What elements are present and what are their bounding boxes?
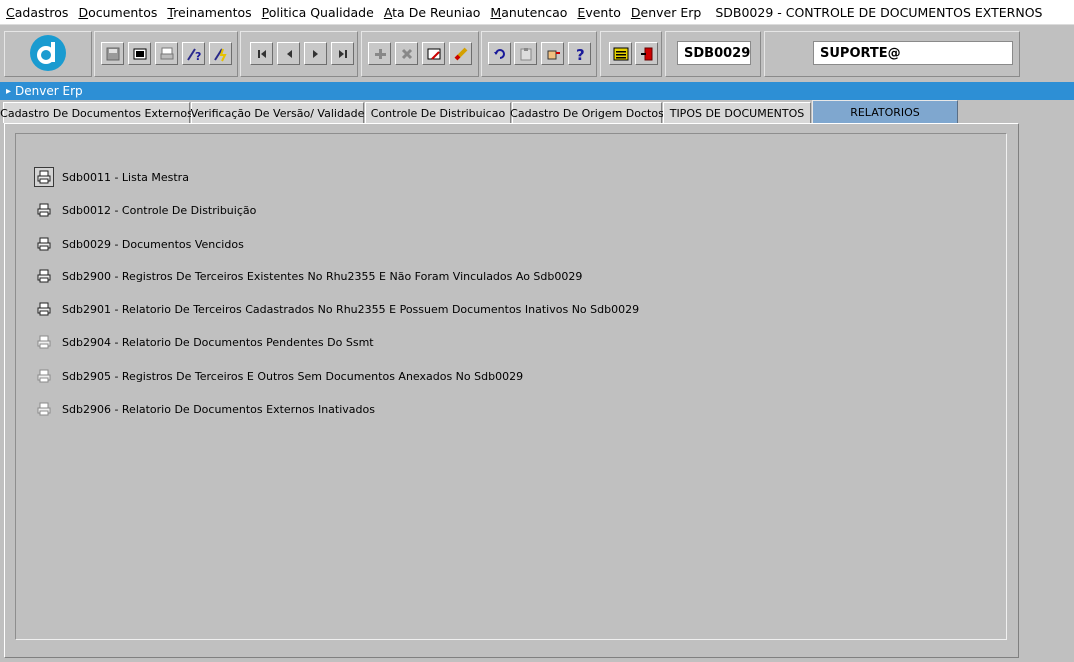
report-sdb0012[interactable]: Sdb0012 - Controle De Distribuição <box>34 199 256 221</box>
report-sdb2901[interactable]: Sdb2901 - Relatorio De Terceiros Cadastr… <box>34 298 639 320</box>
save-icon[interactable] <box>101 42 124 65</box>
report-sdb2905[interactable]: Sdb2905 - Registros De Terceiros E Outro… <box>34 365 523 387</box>
help-icon[interactable]: ? <box>568 42 591 65</box>
delete-record-icon[interactable] <box>395 42 418 65</box>
exit-icon[interactable] <box>635 42 658 65</box>
execute-query-icon[interactable] <box>209 42 232 65</box>
menu-documentos[interactable]: Documentos <box>78 5 157 20</box>
report-sdb2904[interactable]: Sdb2904 - Relatorio De Documentos Penden… <box>34 331 374 353</box>
printer-icon[interactable] <box>34 266 54 286</box>
clear-icon[interactable] <box>449 42 472 65</box>
svg-text:?: ? <box>576 46 585 62</box>
tab-bar: Cadastro De Documentos Externos Verifica… <box>0 100 1074 123</box>
toolbar: ? ? SDB0029 SUPORTE@ <box>0 24 1074 82</box>
printer-icon[interactable] <box>34 234 54 254</box>
printer-icon[interactable] <box>34 366 54 386</box>
last-record-icon[interactable] <box>331 42 354 65</box>
first-record-icon[interactable] <box>250 42 273 65</box>
report-label: Sdb2904 - Relatorio De Documentos Penden… <box>62 335 374 349</box>
menu-bar: Cadastros Documentos Treinamentos Politi… <box>0 0 1074 24</box>
tab-cadastro-origem-doctos[interactable]: Cadastro De Origem Doctos <box>510 102 664 123</box>
tab-controle-distribuicao[interactable]: Controle De Distribuicao <box>365 102 511 123</box>
hand-icon[interactable] <box>541 42 564 65</box>
previous-record-icon[interactable] <box>277 42 300 65</box>
menu-evento[interactable]: Evento <box>577 5 620 20</box>
report-label: Sdb0011 - Lista Mestra <box>62 170 189 184</box>
user-field: SUPORTE@ <box>813 41 1013 65</box>
insert-record-icon[interactable] <box>368 42 391 65</box>
printer-icon[interactable] <box>34 200 54 220</box>
report-label: Sdb2906 - Relatorio De Documentos Extern… <box>62 402 375 416</box>
printer-icon[interactable] <box>34 399 54 419</box>
clipboard-icon[interactable] <box>514 42 537 65</box>
menu-politica-qualidade[interactable]: Politica Qualidade <box>262 5 374 20</box>
menu-icon[interactable] <box>609 42 632 65</box>
printer-icon[interactable] <box>34 299 54 319</box>
menu-denver-erp[interactable]: Denver Erp <box>631 5 701 20</box>
next-record-icon[interactable] <box>304 42 327 65</box>
svg-text:?: ? <box>195 50 201 62</box>
window-title-bar: ▸ Denver Erp <box>0 82 1074 100</box>
menu-treinamentos[interactable]: Treinamentos <box>167 5 251 20</box>
edit-record-icon[interactable] <box>422 42 445 65</box>
report-sdb0011[interactable]: Sdb0011 - Lista Mestra <box>34 166 189 188</box>
report-label: Sdb2901 - Relatorio De Terceiros Cadastr… <box>62 302 640 316</box>
report-sdb0029[interactable]: Sdb0029 - Documentos Vencidos <box>34 233 244 255</box>
menu-ata-de-reuniao[interactable]: Ata De Reuniao <box>384 5 481 20</box>
denver-logo-icon <box>30 35 66 71</box>
report-sdb2906[interactable]: Sdb2906 - Relatorio De Documentos Extern… <box>34 398 375 420</box>
print-screen-icon[interactable] <box>128 42 151 65</box>
undo-icon[interactable] <box>488 42 511 65</box>
report-label: Sdb2900 - Registros De Terceiros Existen… <box>62 269 583 283</box>
tab-tipos-de-documentos[interactable]: TIPOS DE DOCUMENTOS <box>663 102 811 123</box>
report-label: Sdb0012 - Controle De Distribuição <box>62 203 257 217</box>
form-code-field: SDB0029 <box>677 41 751 65</box>
tab-cadastro-documentos-externos[interactable]: Cadastro De Documentos Externos <box>0 102 193 123</box>
tab-relatorios[interactable]: RELATORIOS <box>812 100 958 123</box>
query-help-icon[interactable]: ? <box>182 42 205 65</box>
form-title: SDB0029 - CONTROLE DE DOCUMENTOS EXTERNO… <box>715 4 1043 20</box>
menu-manutencao[interactable]: Manutencao <box>490 5 567 20</box>
window-icon: ▸ <box>6 85 12 97</box>
printer-icon[interactable] <box>34 167 54 187</box>
print-icon[interactable] <box>155 42 178 65</box>
printer-icon[interactable] <box>34 332 54 352</box>
window-title: Denver Erp <box>15 84 83 98</box>
report-label: Sdb0029 - Documentos Vencidos <box>62 237 244 251</box>
tab-verificacao-versao-validade[interactable]: Verificação De Versão/ Validade <box>191 102 364 123</box>
report-sdb2900[interactable]: Sdb2900 - Registros De Terceiros Existen… <box>34 265 582 287</box>
report-label: Sdb2905 - Registros De Terceiros E Outro… <box>62 369 524 383</box>
menu-cadastros[interactable]: Cadastros <box>6 5 68 20</box>
